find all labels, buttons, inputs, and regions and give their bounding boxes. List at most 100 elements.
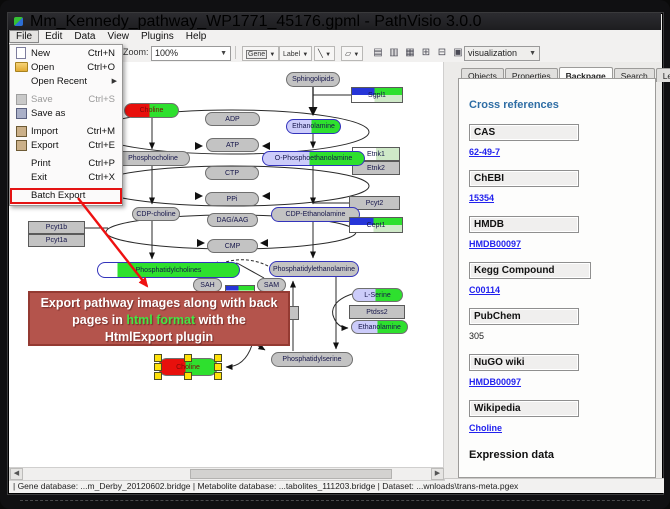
pathway-node-cdp-choline[interactable]: CDP-choline <box>132 207 180 221</box>
file-menu-item-print[interactable]: PrintCtrl+P <box>11 157 121 171</box>
xref-link[interactable]: 62-49-7 <box>469 147 655 157</box>
pathway-node-sah[interactable]: SAH <box>193 278 222 292</box>
file-menu-item-new[interactable]: NewCtrl+N <box>11 47 121 61</box>
pathway-node-choline-top[interactable]: Choline <box>124 103 179 118</box>
file-menu-item-open[interactable]: OpenCtrl+O <box>11 61 121 75</box>
node-label: Sphingolipids <box>292 76 334 83</box>
file-menu-item-save[interactable]: SaveCtrl+S <box>11 93 121 107</box>
scroll-thumb[interactable] <box>190 469 392 479</box>
node-label: CDP-Ethanolamine <box>286 211 346 218</box>
distribute-rows-icon[interactable]: ▦ <box>403 46 417 59</box>
label-tool-button[interactable]: Label ▼ <box>279 46 312 61</box>
pathway-node-l-serine[interactable]: L-Serine <box>352 288 403 302</box>
selection-handle[interactable] <box>214 372 222 380</box>
selection-handle[interactable] <box>214 354 222 362</box>
zoom-combobox[interactable]: 100%▼ <box>151 46 231 61</box>
xref-title: Wikipedia <box>469 400 579 417</box>
file-menu-item-import[interactable]: ImportCtrl+M <box>11 125 121 139</box>
stack-vertical-icon[interactable]: ⊟ <box>435 46 449 59</box>
gene-tool-button[interactable]: Gene ▼ <box>242 46 279 61</box>
pathway-node-ptdss2[interactable]: Ptdss2 <box>349 305 405 319</box>
cross-references-heading: Cross references <box>469 99 655 111</box>
xref-title: Kegg Compound <box>469 262 591 279</box>
selection-handle[interactable] <box>154 354 162 362</box>
pathway-node-ppi[interactable]: PPi <box>205 192 259 206</box>
pathway-node-ethanolamine-bottom[interactable]: Ethanolamine <box>351 320 408 334</box>
pathway-node-cmp[interactable]: CMP <box>207 239 258 253</box>
xref-title: NuGO wiki <box>469 354 579 371</box>
pathway-node-pcyt1a[interactable]: Pcyt1a <box>28 234 85 247</box>
pathway-node-dag-aag[interactable]: DAG/AAG <box>207 213 258 227</box>
selection-handle[interactable] <box>154 372 162 380</box>
pathway-node-ctp[interactable]: CTP <box>205 166 259 180</box>
menu-data[interactable]: Data <box>68 30 101 43</box>
xref-section-pubchem: PubChem 305 <box>469 308 655 341</box>
xref-section-hmdb: HMDBHMDB00097 <box>469 216 655 249</box>
node-label: Pcyt1a <box>46 237 67 244</box>
line-tool-button[interactable]: ╲ ▼ <box>314 46 335 61</box>
node-label: Ptdss2 <box>366 309 387 316</box>
selection-handle[interactable] <box>184 372 192 380</box>
pathway-node-phosphatidylcholines[interactable]: Phosphatidylcholines <box>97 262 240 278</box>
align-center-horizontal-icon[interactable]: ▤ <box>371 46 385 59</box>
node-label: Etnk2 <box>367 165 385 172</box>
menu-file[interactable]: File <box>9 30 39 43</box>
frame-artifact <box>20 500 650 501</box>
pathway-node-pcyt1b[interactable]: Pcyt1b <box>28 221 85 234</box>
xref-link[interactable]: 15354 <box>469 193 655 203</box>
pathway-node-atp[interactable]: ATP <box>206 138 259 152</box>
pathway-node-phosphatidylserine[interactable]: Phosphatidylserine <box>271 352 353 367</box>
tab-legend[interactable]: Legend <box>656 68 670 82</box>
pathway-node-adp[interactable]: ADP <box>205 112 260 126</box>
window-title: Mm_Kennedy_pathway_WP1771_45176.gpml - P… <box>30 13 482 30</box>
xref-link[interactable]: Choline <box>469 423 655 433</box>
menu-edit[interactable]: Edit <box>39 30 68 43</box>
align-center-vertical-icon[interactable]: ▥ <box>387 46 401 59</box>
shape-tool-button[interactable]: ▱ ▼ <box>341 46 363 61</box>
canvas-horizontal-scrollbar[interactable]: ◀ ▶ <box>9 467 445 481</box>
menu-help[interactable]: Help <box>180 30 213 43</box>
pathway-node-sam[interactable]: SAM <box>257 278 286 292</box>
visualization-combobox[interactable]: visualization▼ <box>464 46 540 61</box>
floppy-icon <box>16 108 27 119</box>
xref-value: 305 <box>469 331 655 341</box>
xref-title: PubChem <box>469 308 579 325</box>
file-menu-item-save-as[interactable]: Save as <box>11 107 121 121</box>
pathway-node-o-phosphoethanolamine[interactable]: O-Phosphoethanolamine <box>262 151 365 166</box>
pathway-node-sgpl1[interactable]: Sgpl1 <box>351 87 403 103</box>
file-menu-item-batch-export[interactable]: Batch Export <box>11 189 121 203</box>
pathway-node-sphingolipids[interactable]: Sphingolipids <box>286 72 340 87</box>
node-label: CMP <box>225 243 241 250</box>
xref-section-cas: CAS62-49-7 <box>469 124 655 157</box>
pathway-node-phosphocholine[interactable]: Phosphocholine <box>116 151 190 166</box>
selection-handle[interactable] <box>154 363 162 371</box>
node-label: Ethanolamine <box>358 324 401 331</box>
pathway-node-ethanolamine-top[interactable]: Ethanolamine <box>286 119 341 134</box>
menu-plugins[interactable]: Plugins <box>135 30 180 43</box>
pathway-node-cept1[interactable]: Cept1 <box>349 217 403 233</box>
port-icon <box>16 140 27 151</box>
distribute-columns-icon[interactable]: ⊞ <box>419 46 433 59</box>
stack-horizontal-icon[interactable]: ▣ <box>451 46 465 59</box>
menu-view[interactable]: View <box>101 30 135 43</box>
scroll-right-icon[interactable]: ▶ <box>431 468 444 480</box>
screenshot-stage: Mm_Kennedy_pathway_WP1771_45176.gpml - P… <box>0 0 670 509</box>
scroll-left-icon[interactable]: ◀ <box>10 468 23 480</box>
xref-link[interactable]: HMDB00097 <box>469 377 655 387</box>
file-menu-item-open-recent[interactable]: Open Recent▶ <box>11 75 121 89</box>
port-icon <box>16 126 27 137</box>
selection-handle[interactable] <box>184 354 192 362</box>
app-icon <box>14 17 23 26</box>
xref-section-kegg-compound: Kegg Compound C00114 <box>469 262 655 295</box>
node-label: L-Serine <box>364 292 390 299</box>
node-label: ATP <box>226 142 239 149</box>
selection-handle[interactable] <box>214 363 222 371</box>
pathway-node-cdp-ethanolamine[interactable]: CDP-Ethanolamine <box>271 207 360 222</box>
pathway-node-phosphatidylethanolamine[interactable]: Phosphatidylethanolamine <box>269 261 359 277</box>
file-menu-item-export[interactable]: ExportCtrl+E <box>11 139 121 153</box>
xref-link[interactable]: HMDB00097 <box>469 239 655 249</box>
xref-link[interactable]: C00114 <box>469 285 655 295</box>
node-label: Phosphocholine <box>128 155 178 162</box>
file-menu-item-exit[interactable]: ExitCtrl+X <box>11 171 121 185</box>
folder-icon <box>15 62 28 72</box>
